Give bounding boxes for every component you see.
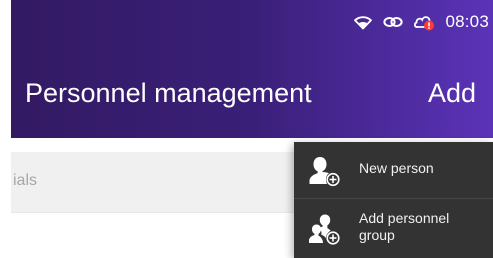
page-title: Personnel management <box>25 78 312 108</box>
app-header: 08:03 Personnel management Add <box>11 0 493 138</box>
menu-item-label: Add personnel group <box>359 210 450 243</box>
status-time: 08:03 <box>445 12 489 31</box>
add-popup-menu: New person Add personnel group <box>294 142 493 258</box>
wifi-icon <box>353 14 373 30</box>
add-button[interactable]: Add <box>428 78 476 109</box>
link-icon <box>383 15 404 29</box>
status-bar: 08:03 <box>353 0 493 44</box>
add-person-icon <box>307 154 341 188</box>
add-group-icon <box>307 212 341 246</box>
menu-item-add-group[interactable]: Add personnel group <box>294 198 493 258</box>
menu-item-new-person[interactable]: New person <box>294 142 493 198</box>
search-placeholder: ials <box>13 172 38 189</box>
cloud-alert-icon <box>413 13 435 31</box>
menu-item-label: New person <box>359 160 434 176</box>
